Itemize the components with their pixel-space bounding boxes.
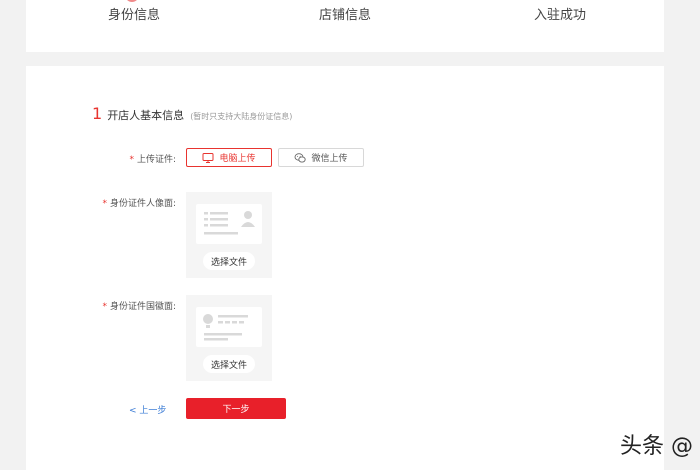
watermark: 头条 @ bbox=[620, 434, 693, 459]
upload-method-label: * 上传证件: bbox=[129, 155, 176, 165]
required-mark: * bbox=[102, 302, 107, 312]
id-front-choose-file-button[interactable]: 选择文件 bbox=[203, 252, 255, 270]
id-front-illustration-icon bbox=[204, 211, 255, 235]
id-front-upload-area[interactable]: 选择文件 bbox=[186, 192, 272, 278]
step-success-label: 入驻成功 bbox=[534, 8, 587, 23]
section-title: 1 开店人基本信息 (暂时只支持大陆身份证信息) bbox=[92, 104, 292, 123]
section-hint: (暂时只支持大陆身份证信息) bbox=[190, 112, 293, 121]
id-front-placeholder bbox=[196, 204, 262, 244]
computer-icon bbox=[202, 152, 214, 164]
id-back-illustration-icon bbox=[203, 314, 248, 341]
id-front-label: * 身份证件人像面: bbox=[102, 199, 176, 209]
id-back-choose-file-button[interactable]: 选择文件 bbox=[203, 355, 255, 373]
required-mark: * bbox=[129, 155, 134, 165]
step-active-marker bbox=[125, 0, 139, 2]
section-name: 开店人基本信息 bbox=[107, 109, 185, 122]
next-step-button[interactable]: 下一步 bbox=[186, 398, 286, 419]
required-mark: * bbox=[102, 199, 107, 209]
id-back-placeholder bbox=[196, 307, 262, 347]
pc-upload-button[interactable]: 电脑上传 bbox=[186, 148, 272, 167]
step-indicator: 身份信息 店铺信息 入驻成功 bbox=[26, 0, 664, 52]
id-back-label: * 身份证件国徽面: bbox=[102, 302, 176, 312]
wechat-icon bbox=[294, 152, 307, 164]
step-identity-label: 身份信息 bbox=[108, 8, 161, 23]
wechat-upload-button[interactable]: 微信上传 bbox=[278, 148, 364, 167]
step-shop-label: 店铺信息 bbox=[319, 8, 372, 23]
identity-form: 1 开店人基本信息 (暂时只支持大陆身份证信息) * 上传证件: 电脑上传 微信上… bbox=[26, 66, 664, 470]
id-back-upload-area[interactable]: 选择文件 bbox=[186, 295, 272, 381]
prev-step-link[interactable]: < 上一步 bbox=[129, 403, 166, 416]
section-number: 1 bbox=[92, 104, 103, 123]
